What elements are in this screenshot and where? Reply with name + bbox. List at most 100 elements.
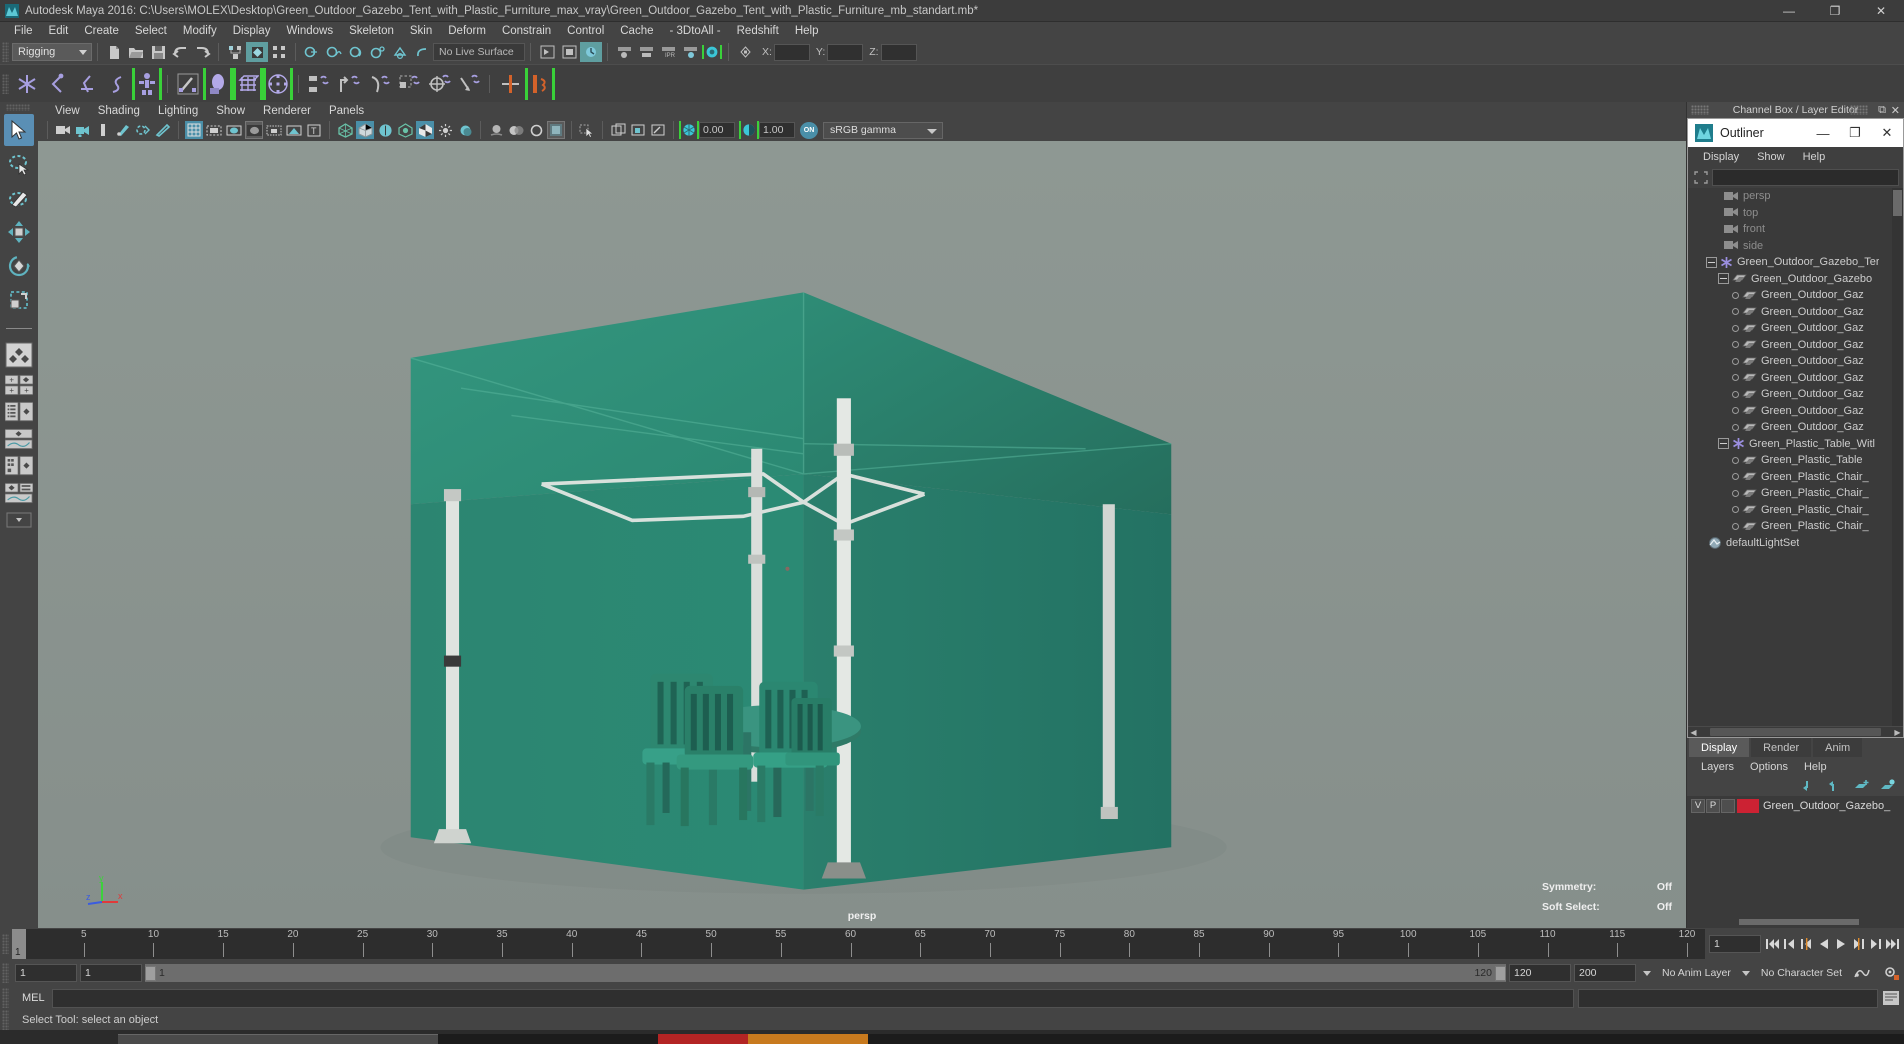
mirror-skin-weights-icon[interactable] (525, 67, 555, 100)
menu-set-selector[interactable]: Rigging (12, 43, 92, 61)
coord-y-field[interactable] (827, 43, 864, 61)
new-layer-from-selected-icon[interactable] (1880, 779, 1896, 793)
outliner-close-button[interactable]: ✕ (1871, 119, 1903, 147)
tab-display[interactable]: Display (1689, 738, 1750, 757)
move-layer-up-icon[interactable] (1802, 779, 1818, 793)
make-live-icon[interactable] (411, 42, 433, 62)
outliner-hscroll-thumb[interactable] (1710, 728, 1881, 736)
menu-constrain[interactable]: Constrain (494, 22, 559, 40)
time-slider[interactable]: 1 5 10 15 20 25 30 35 40 45 50 55 60 65 70 75 80 85 90 95 10… (12, 929, 1705, 959)
texture-filter-icon[interactable] (629, 121, 647, 139)
step-back-keyframe-icon[interactable] (1782, 934, 1798, 954)
viewport-menu-shading[interactable]: Shading (89, 105, 149, 117)
menu-create[interactable]: Create (76, 22, 127, 40)
layout-persp-graph-editor-button[interactable] (5, 427, 33, 451)
range-slider-bar[interactable]: 1 120 (145, 964, 1506, 982)
select-tool-button[interactable] (4, 114, 34, 146)
outliner-maximize-button[interactable]: ❐ (1839, 119, 1871, 147)
outliner-item-gazebo-child[interactable]: Green_Outdoor_Gaz (1688, 403, 1903, 420)
layer-menu-layers[interactable]: Layers (1693, 761, 1742, 773)
menu-3dtoall[interactable]: - 3DtoAll - (662, 22, 729, 40)
tab-anim[interactable]: Anim (1813, 738, 1863, 757)
live-surface-field[interactable]: No Live Surface (433, 43, 525, 61)
anim-layer-selector[interactable]: No Anim Layer (1658, 964, 1735, 982)
snap-to-grid-icon[interactable] (301, 42, 323, 62)
create-spring-icon[interactable] (102, 68, 132, 100)
grease-pencil-icon[interactable] (154, 121, 172, 139)
viewport-menu-view[interactable]: View (46, 105, 89, 117)
range-start-time-field[interactable]: 1 (80, 964, 142, 982)
character-set-selector[interactable]: No Character Set (1756, 964, 1846, 982)
outliner-item-gazebo-child[interactable]: Green_Outdoor_Gaz (1688, 370, 1903, 387)
coord-z-field[interactable] (880, 43, 917, 61)
two-d-pan-zoom-icon[interactable] (134, 121, 152, 139)
range-end-time-field[interactable]: 120 (1509, 964, 1571, 982)
layer-list[interactable]: V P Green_Outdoor_Gazebo_ (1687, 796, 1904, 919)
texture-clamp-icon[interactable] (649, 121, 667, 139)
outliner-horizontal-scrollbar[interactable]: ◀ ▶ (1688, 726, 1903, 737)
viewport-menu-panels[interactable]: Panels (320, 105, 373, 117)
outliner-item-plastic-chair[interactable]: Green_Plastic_Chair_ (1688, 485, 1903, 502)
perspective-viewport[interactable]: y x z persp Symmetry: Off Soft Select: O… (38, 141, 1686, 928)
grid-toggle-icon[interactable] (185, 121, 203, 139)
shadows-icon[interactable] (456, 121, 474, 139)
scale-constraint-icon[interactable] (394, 68, 424, 100)
viewport-menu-lighting[interactable]: Lighting (149, 105, 207, 117)
outliner-scroll-thumb[interactable] (1893, 190, 1902, 216)
menu-display[interactable]: Display (225, 22, 279, 40)
motion-blur-icon[interactable] (507, 121, 525, 139)
menu-cache[interactable]: Cache (612, 22, 661, 40)
menu-windows[interactable]: Windows (278, 22, 341, 40)
animation-end-time-field[interactable]: 200 (1574, 964, 1636, 982)
move-tool-button[interactable] (4, 216, 34, 248)
outliner-item-side[interactable]: side (1688, 238, 1903, 255)
screen-space-ao-icon[interactable] (487, 121, 505, 139)
lasso-select-tool-button[interactable] (4, 148, 34, 180)
outliner-item-gazebo-child[interactable]: Green_Outdoor_Gaz (1688, 337, 1903, 354)
gate-mask-icon[interactable] (245, 121, 263, 139)
smooth-shade-all-icon[interactable] (356, 121, 374, 139)
step-forward-frame-icon[interactable] (1850, 934, 1866, 954)
shelf-grip[interactable] (2, 73, 9, 94)
outliner-filter-input[interactable] (1712, 168, 1899, 186)
range-slider-right-handle[interactable] (1495, 965, 1506, 981)
select-by-component-type-icon[interactable] (268, 42, 290, 62)
parent-constraint-icon[interactable] (304, 68, 334, 100)
undo-icon[interactable] (169, 42, 191, 62)
pole-vector-constraint-icon[interactable] (454, 68, 484, 100)
point-constraint-icon[interactable] (334, 68, 364, 100)
depth-of-field-icon[interactable] (547, 121, 565, 139)
viewport-menu-show[interactable]: Show (207, 105, 254, 117)
current-frame-field[interactable]: 1 (1709, 935, 1761, 953)
outliner-item-plastic-table[interactable]: Green_Plastic_Table (1688, 452, 1903, 469)
snap-to-point-icon[interactable] (345, 42, 367, 62)
rotate-tool-button[interactable] (4, 250, 34, 282)
resolution-gate-icon[interactable] (225, 121, 243, 139)
animation-preferences-icon[interactable] (1849, 963, 1875, 983)
taskbar-window-button[interactable] (118, 1034, 438, 1044)
scroll-left-icon[interactable]: ◀ (1688, 728, 1699, 737)
display-textures-icon[interactable] (609, 121, 627, 139)
outliner-item-gazebo-mesh-group[interactable]: Green_Outdoor_Gazebo (1688, 271, 1903, 288)
outliner-vertical-scrollbar[interactable] (1892, 188, 1903, 726)
snap-to-curve-icon[interactable] (323, 42, 345, 62)
dock-undock-icon[interactable]: ⧉ (1878, 104, 1886, 117)
collapse-expander-icon[interactable] (1718, 438, 1729, 450)
layer-type-toggle[interactable] (1721, 798, 1735, 813)
layer-menu-options[interactable]: Options (1742, 761, 1796, 773)
layout-hypershade-persp-button[interactable] (5, 454, 33, 478)
layer-row[interactable]: V P Green_Outdoor_Gazebo_ (1687, 797, 1904, 814)
go-to-end-icon[interactable] (1884, 934, 1900, 954)
gamma-value-field[interactable]: 1.00 (759, 122, 795, 138)
menu-redshift[interactable]: Redshift (729, 22, 787, 40)
range-slider-grip[interactable] (2, 963, 9, 983)
command-line-grip[interactable] (2, 988, 9, 1008)
layer-color-swatch[interactable] (1737, 798, 1759, 813)
status-line-grip[interactable] (2, 42, 9, 62)
chevron-down-icon[interactable] (1741, 970, 1750, 976)
select-by-object-type-icon[interactable] (246, 42, 268, 62)
render-current-frame-icon[interactable] (558, 42, 580, 62)
collapse-expander-icon[interactable] (1718, 273, 1729, 285)
cluster-deformer-icon[interactable] (263, 67, 293, 100)
layer-playback-toggle[interactable]: P (1706, 798, 1720, 813)
